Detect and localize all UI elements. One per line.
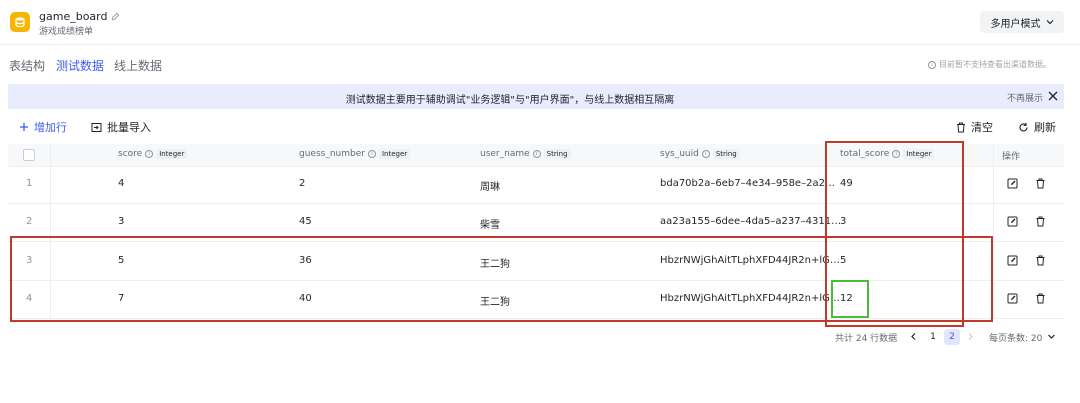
banner-dismiss-link[interactable]: 不再展示 (1007, 91, 1043, 104)
edit-icon[interactable] (1007, 255, 1018, 266)
mode-select-label: 多用户模式 (990, 18, 1041, 30)
clear-label: 清空 (971, 121, 993, 134)
column-header-score[interactable]: score i Integer (118, 149, 188, 159)
edit-icon[interactable] (1007, 178, 1018, 189)
type-badge: Integer (378, 149, 411, 159)
chevron-left-icon[interactable] (909, 332, 918, 341)
tab-schema[interactable]: 表结构 (9, 57, 45, 74)
cell-user-name[interactable]: 周琳 (480, 178, 500, 193)
chevron-down-icon (1046, 20, 1053, 25)
trash-icon[interactable] (1035, 255, 1046, 266)
page-1-button[interactable]: 1 (925, 329, 941, 345)
add-row-button[interactable]: 增加行 (19, 119, 67, 135)
select-all-checkbox[interactable] (23, 149, 35, 161)
bulk-import-button[interactable]: 批量导入 (91, 119, 151, 135)
column-name: score (118, 149, 143, 159)
mode-select-button[interactable]: 多用户模式 (980, 11, 1064, 33)
column-name: user_name (480, 149, 530, 159)
cell-guess-number[interactable]: 2 (299, 178, 305, 189)
edit-title-icon[interactable] (111, 12, 120, 21)
row-index: 2 (26, 216, 33, 227)
banner-text: 测试数据主要用于辅助调试"业务逻辑"与"用户界面"，与线上数据相互隔离 (345, 95, 675, 106)
column-name: guess_number (299, 149, 365, 159)
chevron-right-icon[interactable] (966, 332, 975, 341)
column-header-actions: 操作 (1002, 152, 1021, 162)
annotation-cell-highlight (831, 280, 869, 318)
close-icon[interactable] (1047, 90, 1059, 102)
header-divider (0, 44, 1080, 45)
column-header-user-name[interactable]: user_name i String (480, 149, 571, 159)
pagination-total: 共计 24 行数据 (835, 334, 898, 344)
table-subtitle: 游戏成绩榜单 (39, 27, 94, 37)
info-icon: i (367, 150, 376, 158)
refresh-label: 刷新 (1034, 121, 1056, 134)
refresh-icon (1019, 122, 1028, 131)
info-icon: i (532, 150, 541, 158)
column-name: sys_uuid (660, 149, 699, 159)
add-row-label: 增加行 (34, 121, 67, 134)
trash-icon (957, 122, 965, 132)
database-icon (10, 12, 30, 32)
import-icon (91, 122, 102, 132)
tab-online-data[interactable]: 线上数据 (114, 57, 162, 74)
cell-guess-number[interactable]: 45 (299, 216, 312, 227)
app-root: game_board 游戏成绩榜单 多用户模式 表结构 测试数据 线上数据 i … (0, 0, 1080, 403)
info-icon: i (701, 150, 710, 158)
trash-icon[interactable] (1035, 293, 1046, 304)
tab-test-data[interactable]: 测试数据 (56, 57, 104, 74)
bulk-import-label: 批量导入 (107, 121, 151, 134)
chevron-down-icon[interactable] (1047, 332, 1056, 341)
type-badge: String (712, 149, 740, 159)
column-divider (993, 144, 994, 318)
table-title: game_board (39, 10, 120, 23)
cell-score[interactable]: 3 (118, 216, 124, 227)
page-2-button[interactable]: 2 (944, 329, 960, 345)
tab-note: i 目前暂不支持查看出渠道数据。 (928, 59, 1051, 70)
row-index: 1 (26, 178, 33, 189)
trash-icon[interactable] (1035, 216, 1046, 227)
edit-icon[interactable] (1007, 293, 1018, 304)
column-header-guess-number[interactable]: guess_number i Integer (299, 149, 411, 159)
type-badge: String (543, 149, 571, 159)
type-badge: Integer (156, 149, 188, 159)
tab-note-text: 目前暂不支持查看出渠道数据。 (939, 60, 1051, 69)
cell-user-name[interactable]: 柴雪 (480, 216, 500, 231)
page-size-select[interactable]: 每页条数: 20 (989, 331, 1042, 344)
cell-sys-uuid[interactable]: aa23a155–6dee–4da5–a237–4311… (660, 216, 841, 227)
edit-icon[interactable] (1007, 216, 1018, 227)
plus-icon (20, 123, 28, 131)
cell-sys-uuid[interactable]: bda70b2a–6eb7–4e34–958e–2a2… (660, 178, 835, 189)
table-title-text: game_board (39, 10, 108, 23)
cell-score[interactable]: 4 (118, 178, 124, 189)
trash-icon[interactable] (1035, 178, 1046, 189)
clear-button[interactable]: 清空 (956, 119, 993, 135)
info-icon: i (928, 60, 936, 69)
page-size-label: 每页条数: 20 (989, 334, 1043, 344)
refresh-button[interactable]: 刷新 (1018, 119, 1056, 135)
info-icon: i (145, 150, 154, 158)
column-header-sys-uuid[interactable]: sys_uuid i String (660, 149, 740, 159)
